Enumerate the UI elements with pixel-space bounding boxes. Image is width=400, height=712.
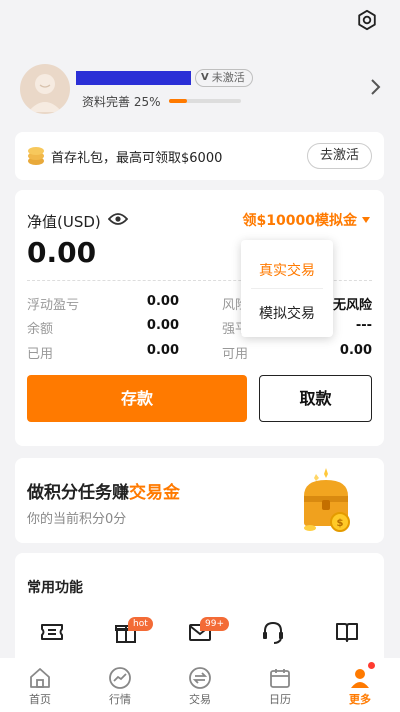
functions-title: 常用功能	[27, 580, 83, 596]
hot-tag: hot	[128, 617, 153, 631]
chevron-right-icon[interactable]	[370, 78, 382, 96]
verification-badge[interactable]: V 未激活	[195, 69, 253, 87]
points-task-card[interactable]: 做积分任务赚交易金 你的当前积分0分 $	[15, 458, 384, 543]
net-value: 0.00	[27, 236, 97, 269]
tab-calendar[interactable]: 日历	[240, 658, 320, 712]
tab-market[interactable]: 行情	[80, 658, 160, 712]
username-redacted	[76, 71, 191, 85]
divider	[251, 288, 323, 289]
floating-pnl-value: 0.00	[146, 294, 179, 309]
eye-icon[interactable]	[108, 212, 128, 226]
task-subtitle: 你的当前积分0分	[27, 512, 127, 527]
deposit-button[interactable]: 存款	[27, 375, 247, 422]
used-label: 已用	[27, 347, 54, 362]
available-label: 可用	[222, 347, 249, 362]
gift-text: 首存礼包，最高可领取$6000	[51, 151, 223, 166]
floating-pnl-label: 浮动盈亏	[27, 298, 80, 313]
badge-label: 未激活	[211, 71, 245, 84]
demo-fund-link[interactable]: 领$10000模拟金	[243, 210, 370, 230]
top-bar	[0, 0, 400, 40]
used-value: 0.00	[146, 343, 179, 358]
bottom-tab-bar: 首页 行情 交易 日历 更多	[0, 658, 400, 712]
profile-completion-fill	[169, 99, 187, 103]
ticket-icon[interactable]	[39, 619, 65, 645]
trend-icon	[109, 667, 131, 689]
person-icon	[351, 669, 369, 688]
available-value: 0.00	[339, 343, 372, 358]
tab-label: 行情	[109, 693, 131, 706]
tab-label: 更多	[349, 693, 371, 706]
tab-home[interactable]: 首页	[0, 658, 80, 712]
calendar-icon	[270, 669, 290, 688]
tab-label: 首页	[29, 693, 51, 706]
profile-completion-bar	[169, 99, 241, 103]
profile-header[interactable]: V 未激活 资料完善 25%	[0, 60, 400, 120]
headset-icon[interactable]	[260, 619, 286, 645]
settings-icon[interactable]	[356, 9, 378, 31]
book-icon[interactable]	[334, 619, 360, 645]
v-icon: V	[201, 72, 209, 83]
tab-label: 日历	[269, 693, 291, 706]
first-deposit-gift-card[interactable]: 首存礼包，最高可领取$6000 去激活	[15, 132, 384, 180]
treasure-chest-icon: $	[304, 468, 350, 532]
task-title: 做积分任务赚交易金	[27, 478, 180, 503]
tab-trade[interactable]: 交易	[160, 658, 240, 712]
balance-label: 余额	[27, 322, 54, 337]
task-title-highlight: 交易金	[129, 483, 180, 503]
demo-fund-label: 领$10000模拟金	[242, 213, 357, 229]
svg-text:$: $	[337, 518, 344, 529]
home-icon	[30, 668, 50, 688]
caret-down-icon	[362, 217, 370, 223]
demo-trading-option[interactable]: 模拟交易	[241, 303, 333, 323]
notification-dot	[368, 662, 375, 669]
real-trading-option[interactable]: 真实交易	[241, 260, 333, 280]
profile-completion-label: 资料完善 25%	[82, 95, 161, 109]
tab-label: 交易	[189, 693, 211, 706]
withdraw-button[interactable]: 取款	[259, 375, 372, 422]
exchange-icon	[189, 667, 211, 689]
tab-more[interactable]: 更多	[320, 658, 400, 712]
avatar-placeholder-icon	[28, 74, 62, 112]
avatar[interactable]	[20, 64, 70, 114]
coin-stack-icon	[28, 147, 44, 165]
task-title-prefix: 做积分任务赚	[27, 483, 129, 503]
net-value-label: 净值(USD)	[27, 213, 101, 231]
balance-value: 0.00	[146, 318, 179, 333]
unread-count-tag: 99+	[200, 617, 229, 631]
trade-mode-dropdown: 真实交易 模拟交易	[241, 240, 333, 337]
activate-button[interactable]: 去激活	[306, 143, 372, 169]
